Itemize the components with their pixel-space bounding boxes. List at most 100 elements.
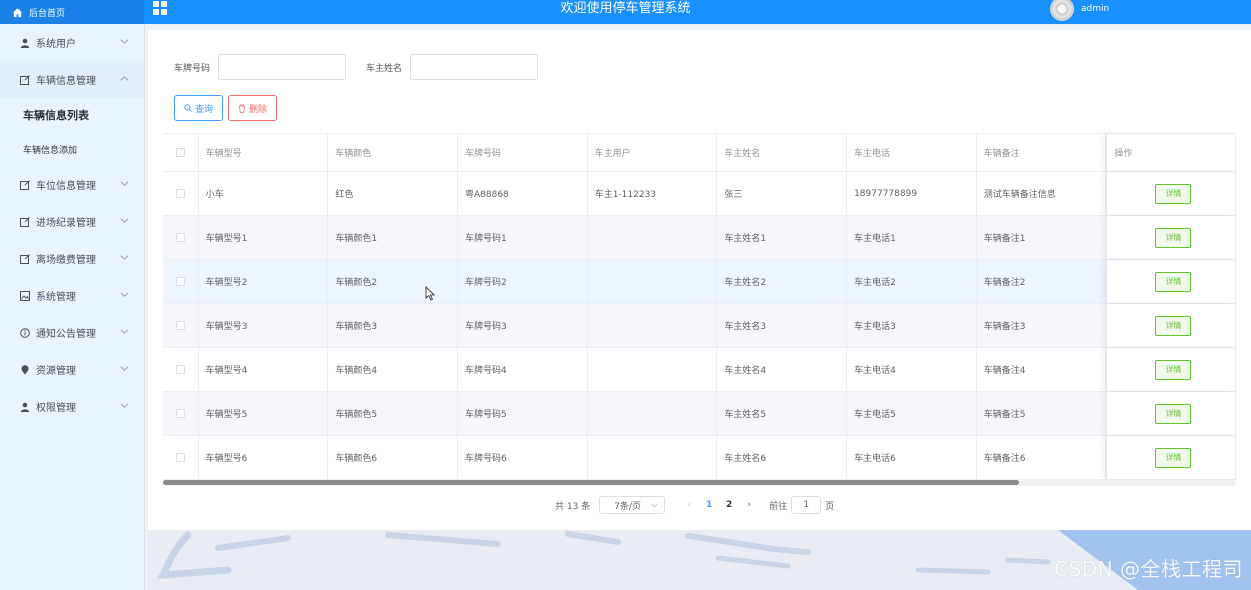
trash-icon (238, 104, 246, 113)
user-menu[interactable]: admin (1050, 0, 1109, 21)
column-header[interactable]: 车牌号码 (458, 134, 588, 171)
chevron-down-icon (120, 403, 129, 408)
table-cell: 车辆型号6 (199, 436, 329, 479)
page-number[interactable]: 1 (699, 500, 719, 510)
detail-button[interactable]: 详情 (1155, 271, 1192, 292)
sidebar-item-vehicle-add[interactable]: 车辆信息添加 (0, 132, 144, 166)
table-cell: 车主电话6 (847, 436, 977, 479)
sidebar-item-system-management[interactable]: 系统管理 (0, 277, 144, 314)
sidebar-item-label: 系统用户 (36, 39, 76, 50)
column-header[interactable]: 车辆备注 (977, 134, 1107, 171)
column-header[interactable]: 车辆颜色 (328, 134, 458, 171)
actions-cell: 详情 (1106, 260, 1237, 303)
sidebar-item-parking-space[interactable]: 车位信息管理 (0, 166, 144, 203)
row-checkbox[interactable] (175, 189, 185, 198)
edit-icon (20, 74, 30, 85)
column-header[interactable]: 车主姓名 (717, 134, 847, 171)
home-link[interactable]: 后台首页 (0, 0, 144, 24)
user-name[interactable]: admin (1081, 4, 1109, 14)
home-icon (12, 7, 23, 17)
sidebar-item-vehicle-info[interactable]: 车辆信息管理 (0, 61, 144, 98)
detail-button[interactable]: 详情 (1155, 359, 1192, 380)
table-cell: 车辆颜色2 (328, 260, 458, 303)
chevron-down-icon (120, 181, 129, 186)
row-checkbox[interactable] (175, 409, 185, 418)
scrollbar-thumb[interactable] (163, 480, 1019, 485)
table-row[interactable]: 小车 红色 粤A88868 车主1-112233 张三 18977778899 … (163, 172, 1237, 216)
detail-button[interactable]: 详情 (1155, 447, 1192, 468)
user-icon (20, 402, 30, 412)
sidebar-item-vehicle-list[interactable]: 车辆信息列表 (0, 98, 144, 132)
prev-page-icon[interactable]: ‹ (679, 500, 699, 510)
table-cell (588, 392, 718, 435)
table-cell: 车牌号码6 (458, 436, 588, 479)
table-row[interactable]: 车辆型号1 车辆颜色1 车牌号码1 车主姓名1 车主电话1 车辆备注1 详情 (163, 216, 1237, 260)
select-all-checkbox[interactable] (175, 148, 185, 157)
row-checkbox[interactable] (175, 277, 185, 286)
info-icon (20, 327, 30, 338)
owner-input[interactable] (410, 54, 539, 80)
detail-button[interactable]: 详情 (1155, 227, 1192, 248)
table-cell: 车辆备注1 (977, 216, 1107, 259)
plate-input[interactable] (218, 54, 347, 80)
page-size-select[interactable]: 7条/页 (599, 496, 666, 514)
sidebar-item-permissions[interactable]: 权限管理 (0, 388, 144, 425)
sidebar-item-notice[interactable]: 通知公告管理 (0, 314, 144, 351)
content-card: 车牌号码 车主姓名 查询 删除 车辆型号 车辆颜色 车牌号码 车主用户 车主姓名… (148, 30, 1251, 530)
column-header[interactable]: 车主电话 (847, 134, 977, 171)
actions-cell: 详情 (1106, 392, 1237, 435)
table-row[interactable]: 车辆型号5 车辆颜色5 车牌号码5 车主姓名5 车主电话5 车辆备注5 详情 (163, 392, 1237, 436)
search-icon (184, 104, 192, 112)
next-page-icon[interactable]: › (739, 500, 759, 510)
goto-page-input[interactable]: 1 (791, 496, 822, 514)
table-cell: 车辆型号4 (199, 348, 329, 391)
page-number[interactable]: 2 (719, 500, 739, 510)
table-cell: 车辆颜色3 (328, 304, 458, 347)
sidebar-item-exit-payment[interactable]: 离场缴费管理 (0, 240, 144, 277)
detail-button[interactable]: 详情 (1155, 183, 1192, 204)
chevron-down-icon (120, 329, 129, 334)
table-cell: 车辆备注4 (977, 348, 1107, 391)
goto-prefix: 前往 (769, 501, 788, 512)
detail-button[interactable]: 详情 (1155, 403, 1192, 424)
table-cell: 车主姓名1 (717, 216, 848, 259)
edit-icon (20, 216, 30, 227)
row-checkbox[interactable] (175, 365, 185, 374)
sidebar-item-system-users[interactable]: 系统用户 (0, 24, 144, 61)
detail-button[interactable]: 详情 (1155, 315, 1192, 336)
sidebar-item-entry-records[interactable]: 进场纪录管理 (0, 203, 144, 240)
table-cell: 车牌号码4 (458, 348, 588, 391)
table-row[interactable]: 车辆型号3 车辆颜色3 车牌号码3 车主姓名3 车主电话3 车辆备注3 详情 (163, 304, 1237, 348)
sidebar-item-resources[interactable]: 资源管理 (0, 351, 144, 388)
row-checkbox[interactable] (175, 233, 185, 242)
table-cell: 车辆型号2 (199, 260, 329, 303)
table-row[interactable]: 车辆型号6 车辆颜色6 车牌号码6 车主姓名6 车主电话6 车辆备注6 详情 (163, 436, 1237, 480)
column-header[interactable]: 车辆型号 (199, 134, 329, 171)
row-checkbox-cell (163, 304, 199, 347)
table-cell: 车主姓名4 (717, 348, 848, 391)
table-cell: 18977778899 (847, 172, 977, 215)
edit-icon (20, 179, 30, 190)
search-form: 车牌号码 车主姓名 (174, 54, 558, 80)
table-cell: 小车 (199, 172, 329, 215)
goto-suffix: 页 (825, 501, 835, 512)
sidebar-item-label: 系统管理 (36, 292, 76, 303)
table-cell: 车辆型号1 (199, 216, 329, 259)
table-row[interactable]: 车辆型号4 车辆颜色4 车牌号码4 车主姓名4 车主电话4 车辆备注4 详情 (163, 348, 1237, 392)
table-cell: 张三 (717, 172, 848, 215)
delete-button[interactable]: 删除 (228, 95, 277, 121)
table-cell: 车辆备注2 (977, 260, 1107, 303)
horizontal-scrollbar[interactable] (163, 480, 1236, 486)
table-cell: 车辆型号5 (199, 392, 329, 435)
row-checkbox[interactable] (175, 321, 185, 330)
menu-toggle-icon[interactable] (153, 1, 168, 16)
table-cell (588, 260, 718, 303)
row-checkbox-cell (163, 348, 199, 391)
table-row[interactable]: 车辆型号2 车辆颜色2 车牌号码2 车主姓名2 车主电话2 车辆备注2 详情 (163, 260, 1237, 304)
query-button[interactable]: 查询 (174, 95, 223, 121)
chevron-down-icon (120, 366, 129, 371)
table-cell: 车牌号码3 (458, 304, 588, 347)
avatar[interactable] (1050, 0, 1074, 21)
column-header[interactable]: 车主用户 (588, 134, 718, 171)
row-checkbox[interactable] (175, 453, 185, 462)
